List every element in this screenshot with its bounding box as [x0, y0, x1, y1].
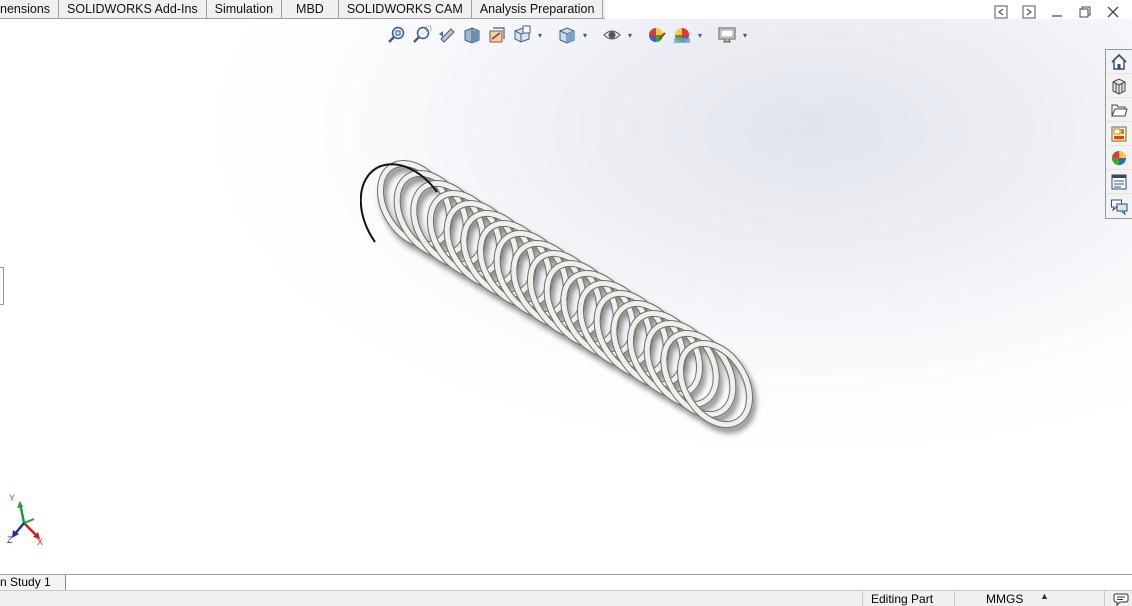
- triad-y-label: Y: [9, 493, 15, 503]
- custom-properties-icon[interactable]: [1106, 170, 1131, 194]
- home-icon[interactable]: [1106, 50, 1131, 74]
- reference-triad: Y X Z: [7, 493, 43, 545]
- apply-scene-icon[interactable]: [671, 25, 693, 45]
- restore-left-icon[interactable]: [992, 4, 1010, 20]
- view-palette-icon[interactable]: [1106, 122, 1131, 146]
- graphics-area[interactable]: ▾ ▾ ▾ ▾ ▾ Y X Z: [0, 19, 1132, 574]
- display-style-icon[interactable]: [556, 25, 578, 45]
- tabbar-end: [603, 0, 606, 19]
- heads-up-view-toolbar: ▾ ▾ ▾ ▾ ▾: [386, 25, 749, 45]
- status-editing-part: Editing Part: [871, 592, 934, 606]
- status-bar: Editing Part MMGS ▲: [0, 590, 1132, 606]
- zoom-to-area-icon[interactable]: [411, 25, 433, 45]
- restore-right-icon[interactable]: [1020, 4, 1038, 20]
- spring-model[interactable]: [360, 129, 780, 449]
- apply-scene-dropdown[interactable]: ▾: [696, 25, 704, 45]
- view-orientation-icon[interactable]: [511, 25, 533, 45]
- hide-show-items-dropdown[interactable]: ▾: [626, 25, 634, 45]
- unit-system[interactable]: MMGS: [986, 592, 1023, 606]
- tab-solidworks-addins[interactable]: SOLIDWORKS Add-Ins: [59, 0, 207, 19]
- previous-view-icon[interactable]: [436, 25, 458, 45]
- file-explorer-icon[interactable]: [1106, 98, 1131, 122]
- zoom-to-fit-icon[interactable]: [386, 25, 408, 45]
- quick-tips-icon[interactable]: [1112, 591, 1130, 606]
- bottom-tab-strip: n Study 1: [0, 574, 1132, 590]
- status-separator: [862, 591, 863, 606]
- view-settings-icon[interactable]: [716, 25, 738, 45]
- status-separator: [954, 591, 955, 606]
- status-separator: [1104, 591, 1105, 606]
- window-controls: [992, 4, 1122, 20]
- appearances-scenes-icon[interactable]: [1106, 146, 1131, 170]
- tab-solidworks-cam[interactable]: SOLIDWORKS CAM: [338, 0, 472, 19]
- feature-manager-collapse-handle[interactable]: [0, 267, 4, 305]
- section-view-icon[interactable]: [461, 25, 483, 45]
- maximize-icon[interactable]: [1076, 4, 1094, 20]
- tab-mbd[interactable]: MBD: [282, 0, 339, 19]
- forum-icon[interactable]: [1106, 194, 1131, 218]
- tab-study-1[interactable]: n Study 1: [0, 575, 66, 590]
- task-pane: [1105, 49, 1132, 219]
- command-manager-tabs: nensions SOLIDWORKS Add-Ins Simulation M…: [0, 0, 606, 19]
- tab-analysis-preparation[interactable]: Analysis Preparation: [471, 0, 604, 19]
- dynamic-annotation-views-icon[interactable]: [486, 25, 508, 45]
- display-style-dropdown[interactable]: ▾: [581, 25, 589, 45]
- unit-system-caret[interactable]: ▲: [1040, 591, 1049, 601]
- close-icon[interactable]: [1104, 4, 1122, 20]
- hide-show-items-icon[interactable]: [601, 25, 623, 45]
- view-settings-dropdown[interactable]: ▾: [741, 25, 749, 45]
- view-orientation-dropdown[interactable]: ▾: [536, 25, 544, 45]
- tab-simulation[interactable]: Simulation: [206, 0, 283, 19]
- tab-dimensions[interactable]: nensions: [0, 0, 60, 19]
- edit-appearance-icon[interactable]: [646, 25, 668, 45]
- triad-z-label: Z: [7, 535, 13, 545]
- triad-x-label: X: [37, 537, 43, 545]
- design-library-icon[interactable]: [1106, 74, 1131, 98]
- minimize-icon[interactable]: [1048, 4, 1066, 20]
